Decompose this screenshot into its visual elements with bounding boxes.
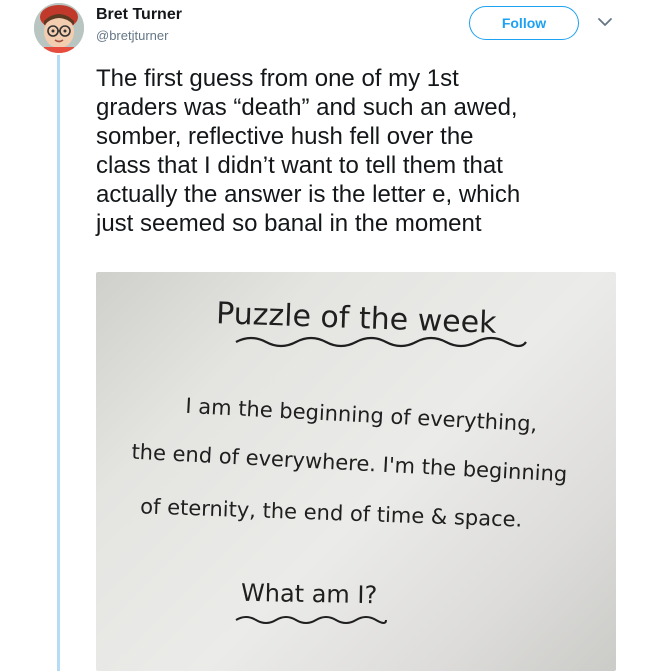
avatar[interactable]	[34, 3, 84, 53]
chevron-down-icon[interactable]	[596, 13, 614, 31]
riddle-question: What am I?	[241, 579, 378, 609]
follow-button[interactable]: Follow	[469, 6, 579, 40]
author-handle[interactable]: @bretjturner	[96, 28, 168, 43]
tweet-line: class that I didn’t want to tell them th…	[96, 152, 503, 179]
tweet-line: actually the answer is the letter e, whi…	[96, 181, 521, 208]
tweet-line: The first guess from one of my 1st	[96, 65, 459, 92]
whiteboard-photo[interactable]: Puzzle of the week I am the beginning of…	[96, 272, 616, 671]
heading-underline-squiggle	[235, 336, 527, 348]
author-name[interactable]: Bret Turner	[96, 6, 182, 24]
thread-connector-line	[57, 55, 60, 671]
riddle-line: I am the beginning of everything,	[185, 394, 538, 436]
riddle-line: of eternity, the end of time & space.	[140, 494, 523, 531]
whiteboard-heading: Puzzle of the week	[216, 296, 498, 341]
tweet-line: just seemed so banal in the moment	[96, 210, 482, 237]
whiteboard-drawing: Puzzle of the week I am the beginning of…	[131, 296, 568, 624]
tweet-line: graders was “death” and such an awed,	[96, 94, 518, 121]
tweet-line: somber, reflective hush fell over the	[96, 123, 474, 150]
question-underline-squiggle	[235, 616, 387, 624]
tweet-text: The first guess from one of my 1st grade…	[96, 64, 626, 238]
riddle-line: the end of everywhere. I'm the beginning	[131, 440, 568, 487]
cartoon-child-avatar-icon	[34, 3, 84, 53]
